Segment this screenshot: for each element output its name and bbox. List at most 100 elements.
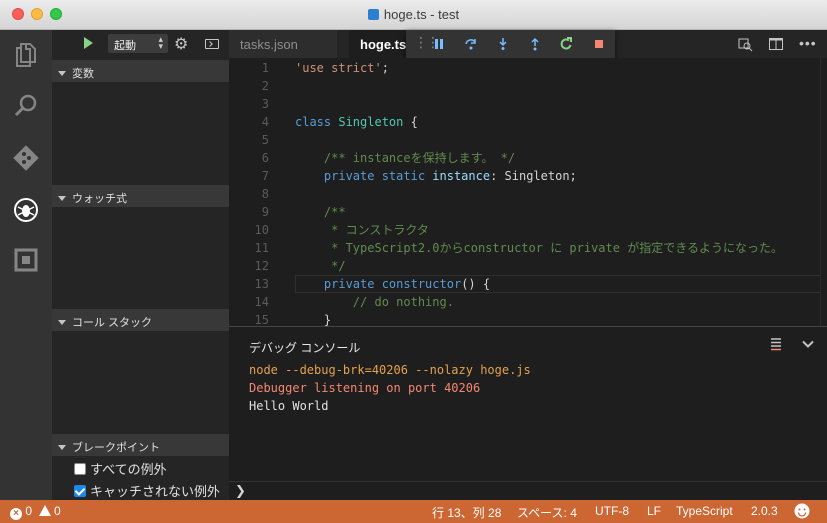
step-into-icon[interactable] [495, 36, 511, 52]
window-title-text: hoge.ts - test [383, 7, 460, 22]
line-number: 13 [254, 277, 269, 291]
code-text: /** instanceを保持します。 */ [295, 149, 515, 167]
code-line[interactable]: 1 'use strict'; [229, 59, 827, 77]
breakpoint-label: キャッチされない例外 [90, 484, 221, 499]
call-stack-section-header[interactable]: コール スタック [52, 309, 229, 331]
code-token: // do nothing. [295, 295, 454, 309]
code-line[interactable]: 12 */ [229, 257, 827, 275]
code-line[interactable]: 7 private static instance: Singleton; [229, 167, 827, 185]
code-token: */ [295, 259, 346, 273]
tab-label: tasks.json [240, 37, 298, 52]
console-output-line: Hello World [249, 399, 329, 413]
code-text: */ [295, 257, 346, 275]
code-line[interactable]: 11 * TypeScript2.0からconstructor に privat… [229, 239, 827, 257]
code-token: /** [295, 205, 346, 219]
extensions-icon[interactable] [12, 246, 40, 274]
watch-section-title: ウォッチ式 [72, 193, 127, 205]
watch-section-header[interactable]: ウォッチ式 [52, 185, 229, 207]
code-line[interactable]: 8 [229, 185, 827, 203]
code-token: 'use strict' [295, 61, 382, 75]
stop-icon[interactable] [591, 36, 607, 52]
code-token: } [295, 313, 332, 326]
code-text: * コンストラクタ [295, 221, 429, 239]
line-number: 6 [261, 151, 269, 165]
code-line[interactable]: 6 /** instanceを保持します。 */ [229, 149, 827, 167]
step-out-icon[interactable] [527, 36, 543, 52]
code-line[interactable]: 10 * コンストラクタ [229, 221, 827, 239]
search-icon[interactable] [12, 92, 40, 120]
tab-tasks-json[interactable]: tasks.json [229, 30, 337, 58]
language-mode[interactable]: TypeScript [676, 504, 733, 518]
feedback-smiley-icon[interactable] [794, 503, 810, 519]
code-line[interactable]: 4 class Singleton { [229, 113, 827, 131]
code-token: () { [461, 277, 491, 291]
status-bar: × 0 0 行 13、列 28 スペース: 4 UTF-8 LF TypeScr… [0, 500, 827, 523]
code-token: private [295, 277, 382, 291]
tab-label: hoge.ts [360, 37, 407, 52]
restart-icon[interactable] [558, 36, 574, 52]
line-number: 4 [261, 115, 269, 129]
cursor-position[interactable]: 行 13、列 28 [432, 504, 501, 521]
source-control-icon[interactable] [12, 144, 40, 172]
launch-config-select[interactable]: 起動 ▴ ▾ [108, 34, 168, 53]
code-text: private constructor() { [295, 275, 490, 293]
code-token: { [403, 115, 418, 129]
code-token: instance [432, 169, 491, 183]
code-token: * TypeScript2.0からconstructor に private が… [295, 241, 783, 255]
debug-icon[interactable] [12, 196, 40, 224]
typescript-version[interactable]: 2.0.3 [751, 504, 778, 518]
problems-status[interactable]: × 0 0 [10, 504, 61, 520]
more-actions-icon[interactable]: ••• [799, 35, 816, 51]
chevron-down-icon[interactable] [802, 338, 814, 350]
start-debugging-button[interactable] [84, 37, 93, 49]
code-token: class [295, 115, 339, 129]
code-text: * TypeScript2.0からconstructor に private が… [295, 239, 783, 257]
breakpoint-uncaught-exceptions[interactable]: キャッチされない例外 [74, 481, 220, 499]
launch-config-value: 起動 [114, 40, 136, 52]
console-output-line: node --debug-brk=40206 --nolazy hoge.js [249, 363, 531, 377]
code-line[interactable]: 14 // do nothing. [229, 293, 827, 311]
code-text: private static instance: Singleton; [295, 167, 577, 185]
code-line[interactable]: 5 [229, 131, 827, 149]
breakpoints-section-title: ブレークポイント [72, 442, 160, 454]
code-line[interactable]: 13 private constructor() { [229, 275, 827, 293]
step-over-icon[interactable] [463, 36, 479, 52]
code-line[interactable]: 3 [229, 95, 827, 113]
drag-grip-icon[interactable]: ⋮⋮ [414, 34, 440, 50]
line-number: 11 [254, 241, 269, 255]
code-line[interactable]: 2 [229, 77, 827, 95]
code-line[interactable]: 15 } [229, 311, 827, 326]
indentation-status[interactable]: スペース: 4 [517, 504, 577, 521]
tab-hoge-ts[interactable]: hoge.ts [349, 30, 409, 58]
encoding-status[interactable]: UTF-8 [595, 504, 629, 518]
uncaught-exceptions-checkbox[interactable] [74, 485, 86, 497]
eol-status[interactable]: LF [647, 504, 661, 518]
code-text: // do nothing. [295, 293, 454, 311]
all-exceptions-checkbox[interactable] [74, 463, 86, 475]
error-icon: × [10, 508, 22, 520]
explorer-icon[interactable] [12, 40, 40, 68]
clear-console-icon[interactable] [770, 337, 784, 351]
code-editor[interactable]: 1'use strict'; 2 3 4 class Singleton {5 6 /**… [229, 58, 827, 326]
variables-section-header[interactable]: 変数 [52, 60, 229, 82]
line-number: 10 [254, 223, 269, 237]
console-input[interactable]: ❯ [229, 481, 827, 501]
code-line[interactable]: 9 /** [229, 203, 827, 221]
editor-scrollbar[interactable] [820, 58, 827, 326]
call-stack-section-title: コール スタック [72, 317, 153, 329]
code-text: /** [295, 203, 346, 221]
line-number: 2 [261, 79, 269, 93]
line-number: 12 [254, 259, 269, 273]
line-number: 15 [254, 313, 269, 326]
code-text: 'use strict'; [295, 59, 389, 77]
breakpoint-label: すべての例外 [90, 462, 167, 477]
code-token: Singleton [338, 115, 404, 129]
pause-icon[interactable] [431, 36, 447, 52]
gear-icon[interactable]: ⚙ [174, 34, 190, 53]
debug-console-icon[interactable] [205, 39, 219, 49]
select-arrows-icon: ▴ ▾ [158, 34, 163, 51]
split-editor-icon[interactable] [768, 36, 784, 52]
breakpoint-all-exceptions[interactable]: すべての例外 [74, 459, 167, 477]
breakpoints-section-header[interactable]: ブレークポイント [52, 434, 229, 456]
open-changes-icon[interactable] [737, 36, 753, 52]
